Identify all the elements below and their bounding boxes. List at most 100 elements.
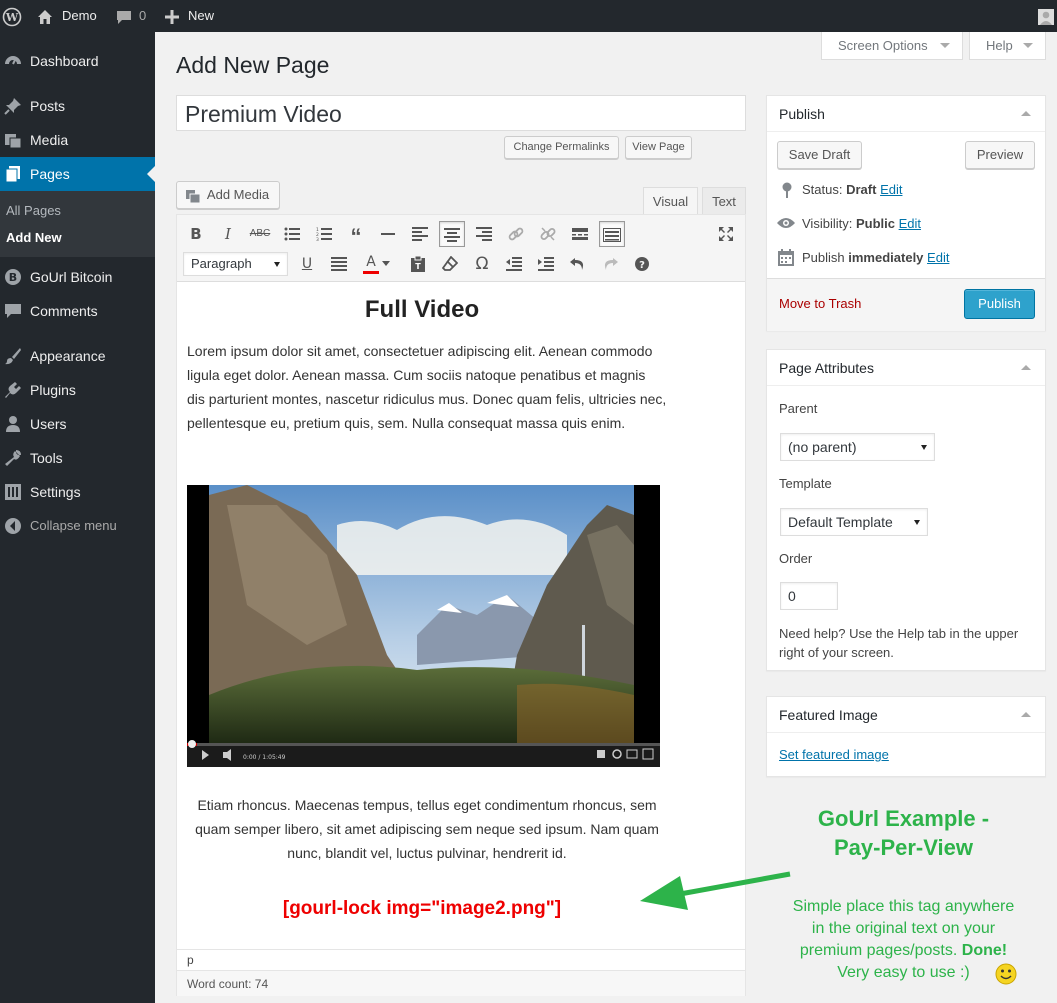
comments-icon xyxy=(5,304,21,318)
parent-select[interactable]: (no parent) xyxy=(780,433,935,461)
add-media-button[interactable]: Add Media xyxy=(176,181,280,209)
editor-toolbar: B I ABC 123 “ Paragraph U A T Ω ? xyxy=(177,215,745,282)
edit-schedule-link[interactable]: Edit xyxy=(927,250,949,265)
eraser-icon[interactable] xyxy=(437,251,463,277)
sidebar-item-comments[interactable]: Comments xyxy=(0,294,155,328)
user-avatar[interactable] xyxy=(1038,8,1054,25)
bold-icon[interactable]: B xyxy=(183,221,209,247)
paste-as-text-icon[interactable]: T xyxy=(405,251,431,277)
template-select[interactable]: Default Template xyxy=(780,508,928,536)
align-center-icon[interactable] xyxy=(439,221,465,247)
undo-icon[interactable] xyxy=(565,251,591,277)
featured-image-title[interactable]: Featured Image xyxy=(767,697,1045,733)
template-label: Template xyxy=(779,476,832,491)
comment-bubble-icon[interactable] xyxy=(116,0,132,32)
editor-content[interactable]: Full Video Lorem ipsum dolor sit amet, c… xyxy=(177,282,745,948)
numbered-list-icon[interactable]: 123 xyxy=(311,221,337,247)
comments-count[interactable]: 0 xyxy=(139,0,146,32)
template-select-value: Default Template xyxy=(788,514,893,530)
home-icon[interactable] xyxy=(37,0,53,32)
content-paragraph: Etiam rhoncus. Maecenas tempus, tellus e… xyxy=(195,797,659,861)
parent-label: Parent xyxy=(779,401,818,416)
sidebar-item-dashboard[interactable]: Dashboard xyxy=(0,44,155,78)
sidebar-item-gourl-bitcoin[interactable]: B GoUrl Bitcoin xyxy=(0,260,155,294)
horizontal-line-icon[interactable] xyxy=(375,221,401,247)
screen-options-label: Screen Options xyxy=(838,38,928,53)
save-draft-button[interactable]: Save Draft xyxy=(777,141,862,169)
pages-icon xyxy=(5,166,20,183)
underline-icon[interactable]: U xyxy=(294,251,320,277)
page-attributes-title[interactable]: Page Attributes xyxy=(767,350,1045,386)
sidebar-item-pages[interactable]: Pages xyxy=(0,157,155,191)
text-color-dropdown-icon[interactable] xyxy=(379,251,393,277)
view-page-button[interactable]: View Page xyxy=(625,136,692,159)
bullet-list-icon[interactable] xyxy=(279,221,305,247)
sidebar-item-posts[interactable]: Posts xyxy=(0,89,155,123)
help-button[interactable]: Help xyxy=(969,32,1046,60)
content-heading: Full Video xyxy=(364,296,480,323)
plus-icon[interactable] xyxy=(165,0,179,32)
order-label: Order xyxy=(779,551,813,566)
sidebar-item-label: Collapse menu xyxy=(30,518,117,533)
outdent-icon[interactable] xyxy=(501,251,527,277)
justify-icon[interactable] xyxy=(326,251,352,277)
pin-icon xyxy=(782,182,792,198)
wordpress-logo-icon[interactable]: W xyxy=(2,0,22,32)
order-input[interactable]: 0 xyxy=(780,582,838,610)
submenu-all-pages[interactable]: All Pages xyxy=(6,203,61,218)
strikethrough-icon[interactable]: ABC xyxy=(247,221,273,247)
annotation-text-line: premium pages/posts. Done! xyxy=(799,942,1008,959)
annotation-text: Simple place this tag anywhere in the or… xyxy=(766,896,1041,985)
bitcoin-icon: B xyxy=(5,269,21,285)
publish-box-title[interactable]: Publish xyxy=(767,96,1045,132)
video-player[interactable]: 0:00 / 1:05:49 xyxy=(187,485,660,767)
chevron-up-icon[interactable] xyxy=(1021,365,1031,370)
featured-image-box: Featured Image Set featured image xyxy=(766,696,1046,777)
screen-options-button[interactable]: Screen Options xyxy=(821,32,963,60)
help-icon[interactable]: ? xyxy=(629,251,655,277)
fullscreen-icon[interactable] xyxy=(713,221,739,247)
tab-text[interactable]: Text xyxy=(702,187,746,215)
sidebar-item-settings[interactable]: Settings xyxy=(0,475,155,509)
sidebar-item-plugins[interactable]: Plugins xyxy=(0,373,155,407)
format-select[interactable]: Paragraph xyxy=(183,252,288,276)
publish-schedule-row: Publish immediately Edit xyxy=(802,250,949,265)
submenu-add-new[interactable]: Add New xyxy=(6,230,62,245)
publish-button[interactable]: Publish xyxy=(964,289,1035,319)
redo-icon[interactable] xyxy=(597,251,623,277)
insert-link-icon[interactable] xyxy=(503,221,529,247)
edit-visibility-link[interactable]: Edit xyxy=(899,216,921,231)
read-more-icon[interactable] xyxy=(567,221,593,247)
tab-visual[interactable]: Visual xyxy=(643,187,698,215)
sidebar-item-appearance[interactable]: Appearance xyxy=(0,339,155,373)
sidebar-item-label: GoUrl Bitcoin xyxy=(30,269,113,285)
site-name-link[interactable]: Demo xyxy=(62,0,97,32)
preview-button[interactable]: Preview xyxy=(965,141,1035,169)
media-icon xyxy=(5,134,22,149)
sidebar-item-tools[interactable]: Tools xyxy=(0,441,155,475)
collapse-menu-button[interactable]: Collapse menu xyxy=(0,509,155,543)
change-permalinks-button[interactable]: Change Permalinks xyxy=(504,136,619,159)
post-title-input[interactable]: Premium Video xyxy=(176,95,746,131)
remove-link-icon[interactable] xyxy=(535,221,561,247)
blockquote-icon[interactable]: “ xyxy=(343,221,369,249)
new-content-link[interactable]: New xyxy=(188,0,214,32)
sidebar-item-label: Posts xyxy=(30,98,66,114)
special-character-icon[interactable]: Ω xyxy=(469,251,495,277)
set-featured-image-link[interactable]: Set featured image xyxy=(779,747,889,762)
chevron-up-icon[interactable] xyxy=(1021,111,1031,116)
chevron-up-icon[interactable] xyxy=(1021,712,1031,717)
dashboard-icon xyxy=(5,56,21,65)
publish-box-heading: Publish xyxy=(779,106,825,122)
toolbar-toggle-icon[interactable] xyxy=(599,221,625,247)
align-right-icon[interactable] xyxy=(471,221,497,247)
sidebar-item-users[interactable]: Users xyxy=(0,407,155,441)
align-left-icon[interactable] xyxy=(407,221,433,247)
italic-icon[interactable]: I xyxy=(215,221,241,247)
sidebar-item-media[interactable]: Media xyxy=(0,123,155,157)
indent-icon[interactable] xyxy=(533,251,559,277)
status-label: Status: xyxy=(802,182,843,197)
edit-status-link[interactable]: Edit xyxy=(880,182,902,197)
move-to-trash-link[interactable]: Move to Trash xyxy=(779,296,861,311)
mountain-valley-thumbnail: 0:00 / 1:05:49 xyxy=(187,485,660,767)
